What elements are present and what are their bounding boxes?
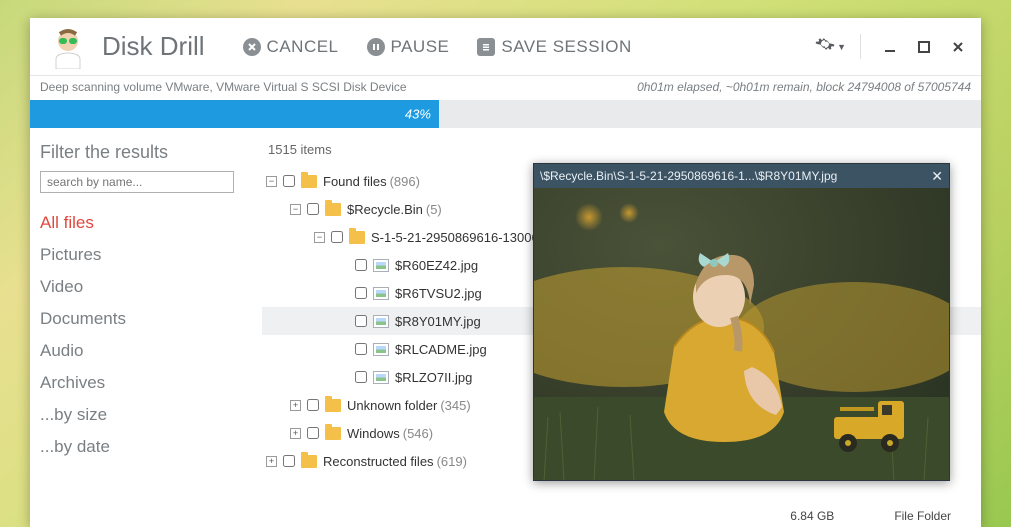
folder-icon xyxy=(325,399,341,412)
preview-image xyxy=(534,188,949,480)
filter-documents[interactable]: Documents xyxy=(40,303,262,335)
image-file-icon xyxy=(373,343,389,356)
image-file-icon xyxy=(373,315,389,328)
row-label: $Recycle.Bin xyxy=(347,202,423,217)
image-file-icon xyxy=(373,259,389,272)
row-label: Windows xyxy=(347,426,400,441)
preview-popup: \$Recycle.Bin\S-1-5-21-2950869616-1...\$… xyxy=(533,163,950,481)
status-bar: 6.84 GB File Folder xyxy=(262,505,981,527)
image-file-icon xyxy=(373,371,389,384)
row-checkbox[interactable] xyxy=(355,287,367,299)
row-count: (5) xyxy=(426,202,442,217)
filter-video[interactable]: Video xyxy=(40,271,262,303)
save-session-label: SAVE SESSION xyxy=(501,37,631,57)
cancel-label: CANCEL xyxy=(267,37,339,57)
preview-close-icon[interactable]: ✕ xyxy=(931,168,943,185)
pause-button[interactable]: PAUSE xyxy=(367,37,450,57)
settings-button[interactable]: ▼ xyxy=(815,34,861,59)
folder-icon xyxy=(349,231,365,244)
row-checkbox[interactable] xyxy=(355,315,367,327)
folder-icon xyxy=(301,455,317,468)
expand-toggle[interactable]: − xyxy=(314,232,325,243)
filter--by-size[interactable]: ...by size xyxy=(40,399,262,431)
folder-icon xyxy=(325,427,341,440)
scan-timing-text: 0h01m elapsed, ~0h01m remain, block 2479… xyxy=(637,80,971,94)
row-checkbox[interactable] xyxy=(355,343,367,355)
pause-icon xyxy=(367,38,385,56)
app-title: Disk Drill xyxy=(102,31,205,62)
sidebar: Filter the results All filesPicturesVide… xyxy=(30,128,262,527)
folder-icon xyxy=(301,175,317,188)
window-controls: ▼ xyxy=(815,34,967,59)
row-count: (896) xyxy=(390,174,420,189)
filter-archives[interactable]: Archives xyxy=(40,367,262,399)
cancel-icon xyxy=(243,38,261,56)
row-checkbox[interactable] xyxy=(283,175,295,187)
titlebar: Disk Drill CANCEL PAUSE SAVE SESSION xyxy=(30,18,981,76)
gear-icon xyxy=(815,34,835,59)
row-label: Found files xyxy=(323,174,387,189)
maximize-button[interactable] xyxy=(915,38,933,56)
search-input[interactable] xyxy=(40,171,234,193)
preview-path: \$Recycle.Bin\S-1-5-21-2950869616-1...\$… xyxy=(540,169,837,183)
row-checkbox[interactable] xyxy=(307,203,319,215)
save-session-button[interactable]: SAVE SESSION xyxy=(477,37,631,57)
image-file-icon xyxy=(373,287,389,300)
expand-toggle[interactable]: − xyxy=(266,176,277,187)
scan-status: Deep scanning volume VMware, VMware Virt… xyxy=(30,76,981,100)
pause-label: PAUSE xyxy=(391,37,450,57)
cancel-button[interactable]: CANCEL xyxy=(243,37,339,57)
preview-header[interactable]: \$Recycle.Bin\S-1-5-21-2950869616-1...\$… xyxy=(534,164,949,188)
filter-audio[interactable]: Audio xyxy=(40,335,262,367)
row-label: $R6TVSU2.jpg xyxy=(395,286,482,301)
filter-pictures[interactable]: Pictures xyxy=(40,239,262,271)
row-label: $RLZO7II.jpg xyxy=(395,370,472,385)
row-count: (546) xyxy=(403,426,433,441)
progress-percent: 43% xyxy=(405,107,431,122)
status-size: 6.84 GB xyxy=(790,509,834,523)
row-label: Reconstructed files xyxy=(323,454,434,469)
row-label: $R8Y01MY.jpg xyxy=(395,314,481,329)
row-count: (619) xyxy=(437,454,467,469)
row-label: $RLCADME.jpg xyxy=(395,342,487,357)
filter-heading: Filter the results xyxy=(40,142,262,163)
filter--by-date[interactable]: ...by date xyxy=(40,431,262,463)
row-label: S-1-5-21-2950869616-13006 xyxy=(371,230,539,245)
row-checkbox[interactable] xyxy=(355,259,367,271)
folder-icon xyxy=(325,203,341,216)
filter-all-files[interactable]: All files xyxy=(40,207,262,239)
row-checkbox[interactable] xyxy=(283,455,295,467)
save-icon xyxy=(477,38,495,56)
row-checkbox[interactable] xyxy=(355,371,367,383)
close-button[interactable] xyxy=(949,38,967,56)
app-logo-icon xyxy=(44,23,92,71)
expand-toggle[interactable]: + xyxy=(290,400,301,411)
row-checkbox[interactable] xyxy=(331,231,343,243)
row-checkbox[interactable] xyxy=(307,399,319,411)
row-checkbox[interactable] xyxy=(307,427,319,439)
expand-toggle[interactable]: − xyxy=(290,204,301,215)
progress-bar-track: 43% xyxy=(30,100,981,128)
minimize-button[interactable] xyxy=(881,38,899,56)
items-count: 1515 items xyxy=(268,142,981,157)
row-label: Unknown folder xyxy=(347,398,437,413)
expand-toggle[interactable]: + xyxy=(266,456,277,467)
chevron-down-icon: ▼ xyxy=(837,42,846,52)
scan-status-text: Deep scanning volume VMware, VMware Virt… xyxy=(40,80,407,94)
status-type: File Folder xyxy=(894,509,951,523)
row-label: $R60EZ42.jpg xyxy=(395,258,478,273)
progress-bar-fill: 43% xyxy=(30,100,439,128)
row-count: (345) xyxy=(440,398,470,413)
expand-toggle[interactable]: + xyxy=(290,428,301,439)
